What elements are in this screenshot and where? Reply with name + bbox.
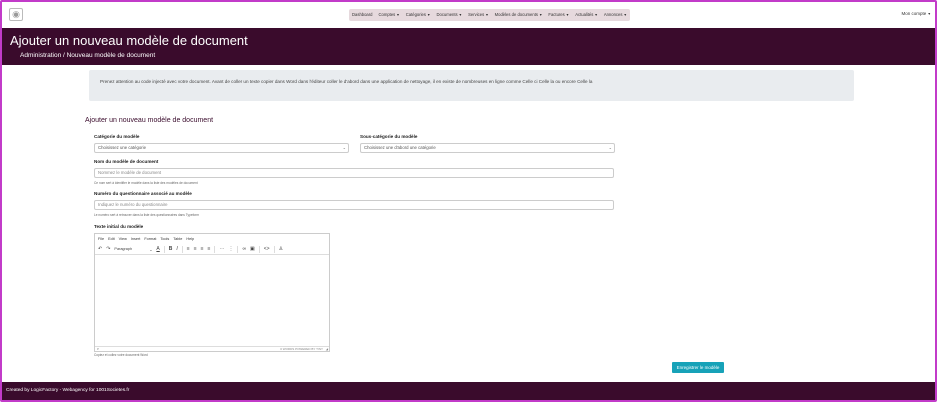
category-label: Catégorie du modèle: [94, 134, 140, 139]
nav-item-comptes[interactable]: Comptes▼: [376, 9, 403, 21]
caret-down-icon: ▼: [538, 13, 543, 17]
bullet-list-icon[interactable]: ⋯: [219, 244, 224, 255]
resize-grip-icon[interactable]: ◢: [326, 347, 328, 351]
editor-word-count: 0 WORDS POWERED BY TINY: [280, 347, 323, 351]
form-title: Ajouter un nouveau modèle de document: [85, 117, 214, 124]
block-format-select[interactable]: Paragraph ⌄: [114, 247, 152, 252]
category-select[interactable]: Choisissez une catégorie ⌄: [94, 143, 349, 153]
toolbar-divider: [163, 245, 165, 253]
editor-path: P: [97, 347, 100, 351]
image-icon[interactable]: ▣: [250, 244, 255, 255]
chevron-down-icon: ⌄: [608, 145, 612, 150]
caret-down-icon: ▼: [927, 12, 931, 16]
caret-down-icon: ▼: [396, 13, 400, 17]
cat-icon[interactable]: ◉: [9, 8, 23, 21]
editor-menu-tools[interactable]: Tools: [160, 237, 169, 241]
questionnaire-label: Numéro du questionnaire associé au modèl…: [94, 191, 192, 196]
user-icon[interactable]: ♙: [279, 244, 283, 255]
align-left-icon[interactable]: ≡: [187, 244, 190, 255]
page-footer: Created by LogicFactory - Webagency for …: [2, 382, 935, 400]
nav-item-services[interactable]: Services▼: [465, 9, 492, 21]
app-window: ◉ Dashboard Comptes▼ Catégories▼ Documen…: [0, 0, 937, 402]
footer-text: Created by LogicFactory - Webagency for …: [6, 388, 130, 393]
name-help: Ce nom sert à identifier le modèle dans …: [94, 181, 198, 185]
toolbar-divider: [181, 245, 183, 253]
undo-icon[interactable]: ↶: [98, 244, 102, 255]
editor-menu-file[interactable]: File: [98, 237, 104, 241]
breadcrumb: Administration / Nouveau modèle de docum…: [20, 52, 156, 59]
nav-item-factures[interactable]: Factures▼: [545, 9, 572, 21]
toolbar-divider: [273, 245, 275, 253]
top-navbar: ◉ Dashboard Comptes▼ Catégories▼ Documen…: [2, 2, 935, 28]
align-right-icon[interactable]: ≡: [201, 244, 204, 255]
align-justify-icon[interactable]: ≡: [208, 244, 211, 255]
nav-item-documents[interactable]: Documents▼: [433, 9, 465, 21]
editor-menu-table[interactable]: Table: [173, 237, 182, 241]
editor-menu-edit[interactable]: Edit: [108, 237, 115, 241]
save-button[interactable]: Enregistrer le modèle: [672, 362, 724, 373]
notice-text: Prenez attention au code injecté avec vo…: [100, 79, 593, 84]
notice-alert: Prenez attention au code injecté avec vo…: [89, 70, 854, 101]
subcategory-label: Sous-catégorie du modèle: [360, 134, 418, 139]
editor-menu-insert[interactable]: Insert: [131, 237, 141, 241]
editor-menu-format[interactable]: Format: [144, 237, 156, 241]
link-icon[interactable]: ∞: [242, 244, 246, 255]
toolbar-divider: [237, 245, 239, 253]
bold-icon[interactable]: B: [169, 244, 173, 255]
account-menu[interactable]: Mon compte ▼: [902, 11, 932, 16]
initial-text-help: Copiez et collez votre document Word: [94, 353, 148, 357]
chevron-down-icon: ⌄: [149, 247, 153, 252]
caret-down-icon: ▼: [458, 13, 463, 17]
align-center-icon[interactable]: ≡: [194, 244, 197, 255]
subcategory-select[interactable]: Choisissez une d'abord une catégorie ⌄: [360, 143, 615, 153]
questionnaire-input[interactable]: Indiquez le numéro du questionnaire: [94, 200, 614, 210]
chevron-down-icon: ⌄: [342, 145, 346, 150]
name-input[interactable]: Nommez le modèle de document: [94, 168, 614, 178]
subcategory-select-value: Choisissez une d'abord une catégorie: [364, 145, 436, 150]
caret-down-icon: ▼: [427, 13, 431, 17]
nav-item-modeles[interactable]: Modèles de documents▼: [492, 9, 546, 21]
nav-item-categories[interactable]: Catégories▼: [403, 9, 434, 21]
nav-item-dashboard[interactable]: Dashboard: [349, 9, 376, 21]
caret-down-icon: ▼: [623, 13, 627, 17]
editor-menu-view[interactable]: View: [119, 237, 127, 241]
rich-text-editor[interactable]: File Edit View Insert Format Tools Table…: [94, 233, 330, 352]
toolbar-divider: [214, 245, 216, 253]
editor-toolbar: ↶ ↷ Paragraph ⌄ A B I ≡ ≡ ≡ ≡ ⋯ ⋮ ∞ ▣ <> …: [95, 244, 329, 255]
editor-menu-help[interactable]: Help: [186, 237, 194, 241]
main-menu: Dashboard Comptes▼ Catégories▼ Documents…: [349, 9, 630, 21]
page-title: Ajouter un nouveau modèle de document: [10, 33, 248, 48]
category-select-value: Choisissez une catégorie: [98, 145, 147, 150]
numbered-list-icon[interactable]: ⋮: [228, 244, 233, 255]
nav-item-actualites[interactable]: Actualités▼: [572, 9, 601, 21]
text-color-icon[interactable]: A: [156, 244, 159, 255]
caret-down-icon: ▼: [485, 13, 489, 17]
toolbar-divider: [258, 245, 260, 253]
initial-text-label: Texte initial du modèle: [94, 224, 144, 229]
block-format-value: Paragraph: [114, 246, 133, 251]
questionnaire-help: Le numéro sert à retrouver dans la liste…: [94, 213, 200, 217]
page-header: Ajouter un nouveau modèle de document Ad…: [2, 28, 935, 65]
caret-down-icon: ▼: [594, 13, 598, 17]
caret-down-icon: ▼: [565, 13, 570, 17]
italic-icon[interactable]: I: [176, 244, 177, 255]
editor-statusbar: P 0 WORDS POWERED BY TINY ◢: [95, 346, 329, 351]
code-icon[interactable]: <>: [264, 244, 270, 255]
redo-icon[interactable]: ↷: [106, 244, 110, 255]
nav-item-annonces[interactable]: Annonces▼: [601, 9, 630, 21]
name-label: Nom du modèle de document: [94, 159, 159, 164]
editor-menubar: File Edit View Insert Format Tools Table…: [95, 234, 329, 244]
